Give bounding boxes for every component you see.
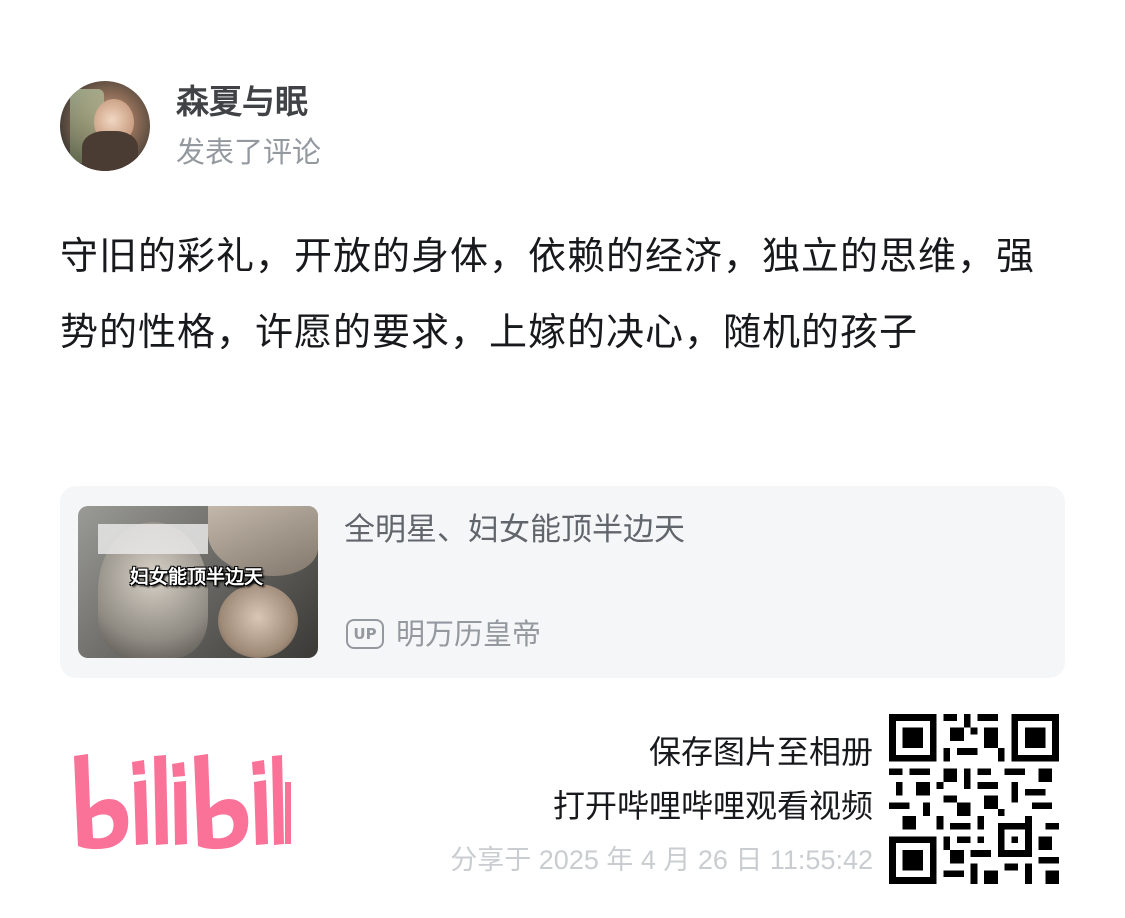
user-name[interactable]: 森夏与眠	[176, 82, 321, 122]
thumbnail-caption: 妇女能顶半边天	[130, 566, 264, 588]
save-to-album-text: 保存图片至相册	[648, 733, 873, 771]
uploader-row[interactable]: UP 明万历皇帝	[346, 616, 541, 652]
share-info: 保存图片至相册 打开哔哩哔哩观看视频 分享于 2025 年 4 月 26 日 1…	[450, 730, 873, 878]
bilibili-logo	[74, 754, 291, 850]
post-action-label: 发表了评论	[176, 135, 322, 169]
up-badge-icon: UP	[346, 619, 384, 649]
uploader-name: 明万历皇帝	[396, 617, 542, 651]
video-thumbnail[interactable]: 妇女能顶半边天	[78, 506, 318, 658]
video-title[interactable]: 全明星、妇女能顶半边天	[344, 510, 685, 550]
post-header: 森夏与眠 发表了评论	[60, 80, 321, 172]
video-card[interactable]: 妇女能顶半边天 全明星、妇女能顶半边天 UP 明万历皇帝	[60, 486, 1065, 678]
qr-code-icon[interactable]	[889, 714, 1059, 884]
share-timestamp: 分享于 2025 年 4 月 26 日 11:55:42	[450, 845, 873, 875]
open-app-text: 打开哔哩哔哩观看视频	[552, 787, 873, 825]
user-avatar[interactable]	[60, 81, 150, 171]
user-meta: 森夏与眠 发表了评论	[176, 82, 321, 170]
comment-text: 守旧的彩礼，开放的身体，依赖的经济，独立的思维，强势的性格，许愿的要求，上嫁的决…	[60, 234, 1036, 354]
